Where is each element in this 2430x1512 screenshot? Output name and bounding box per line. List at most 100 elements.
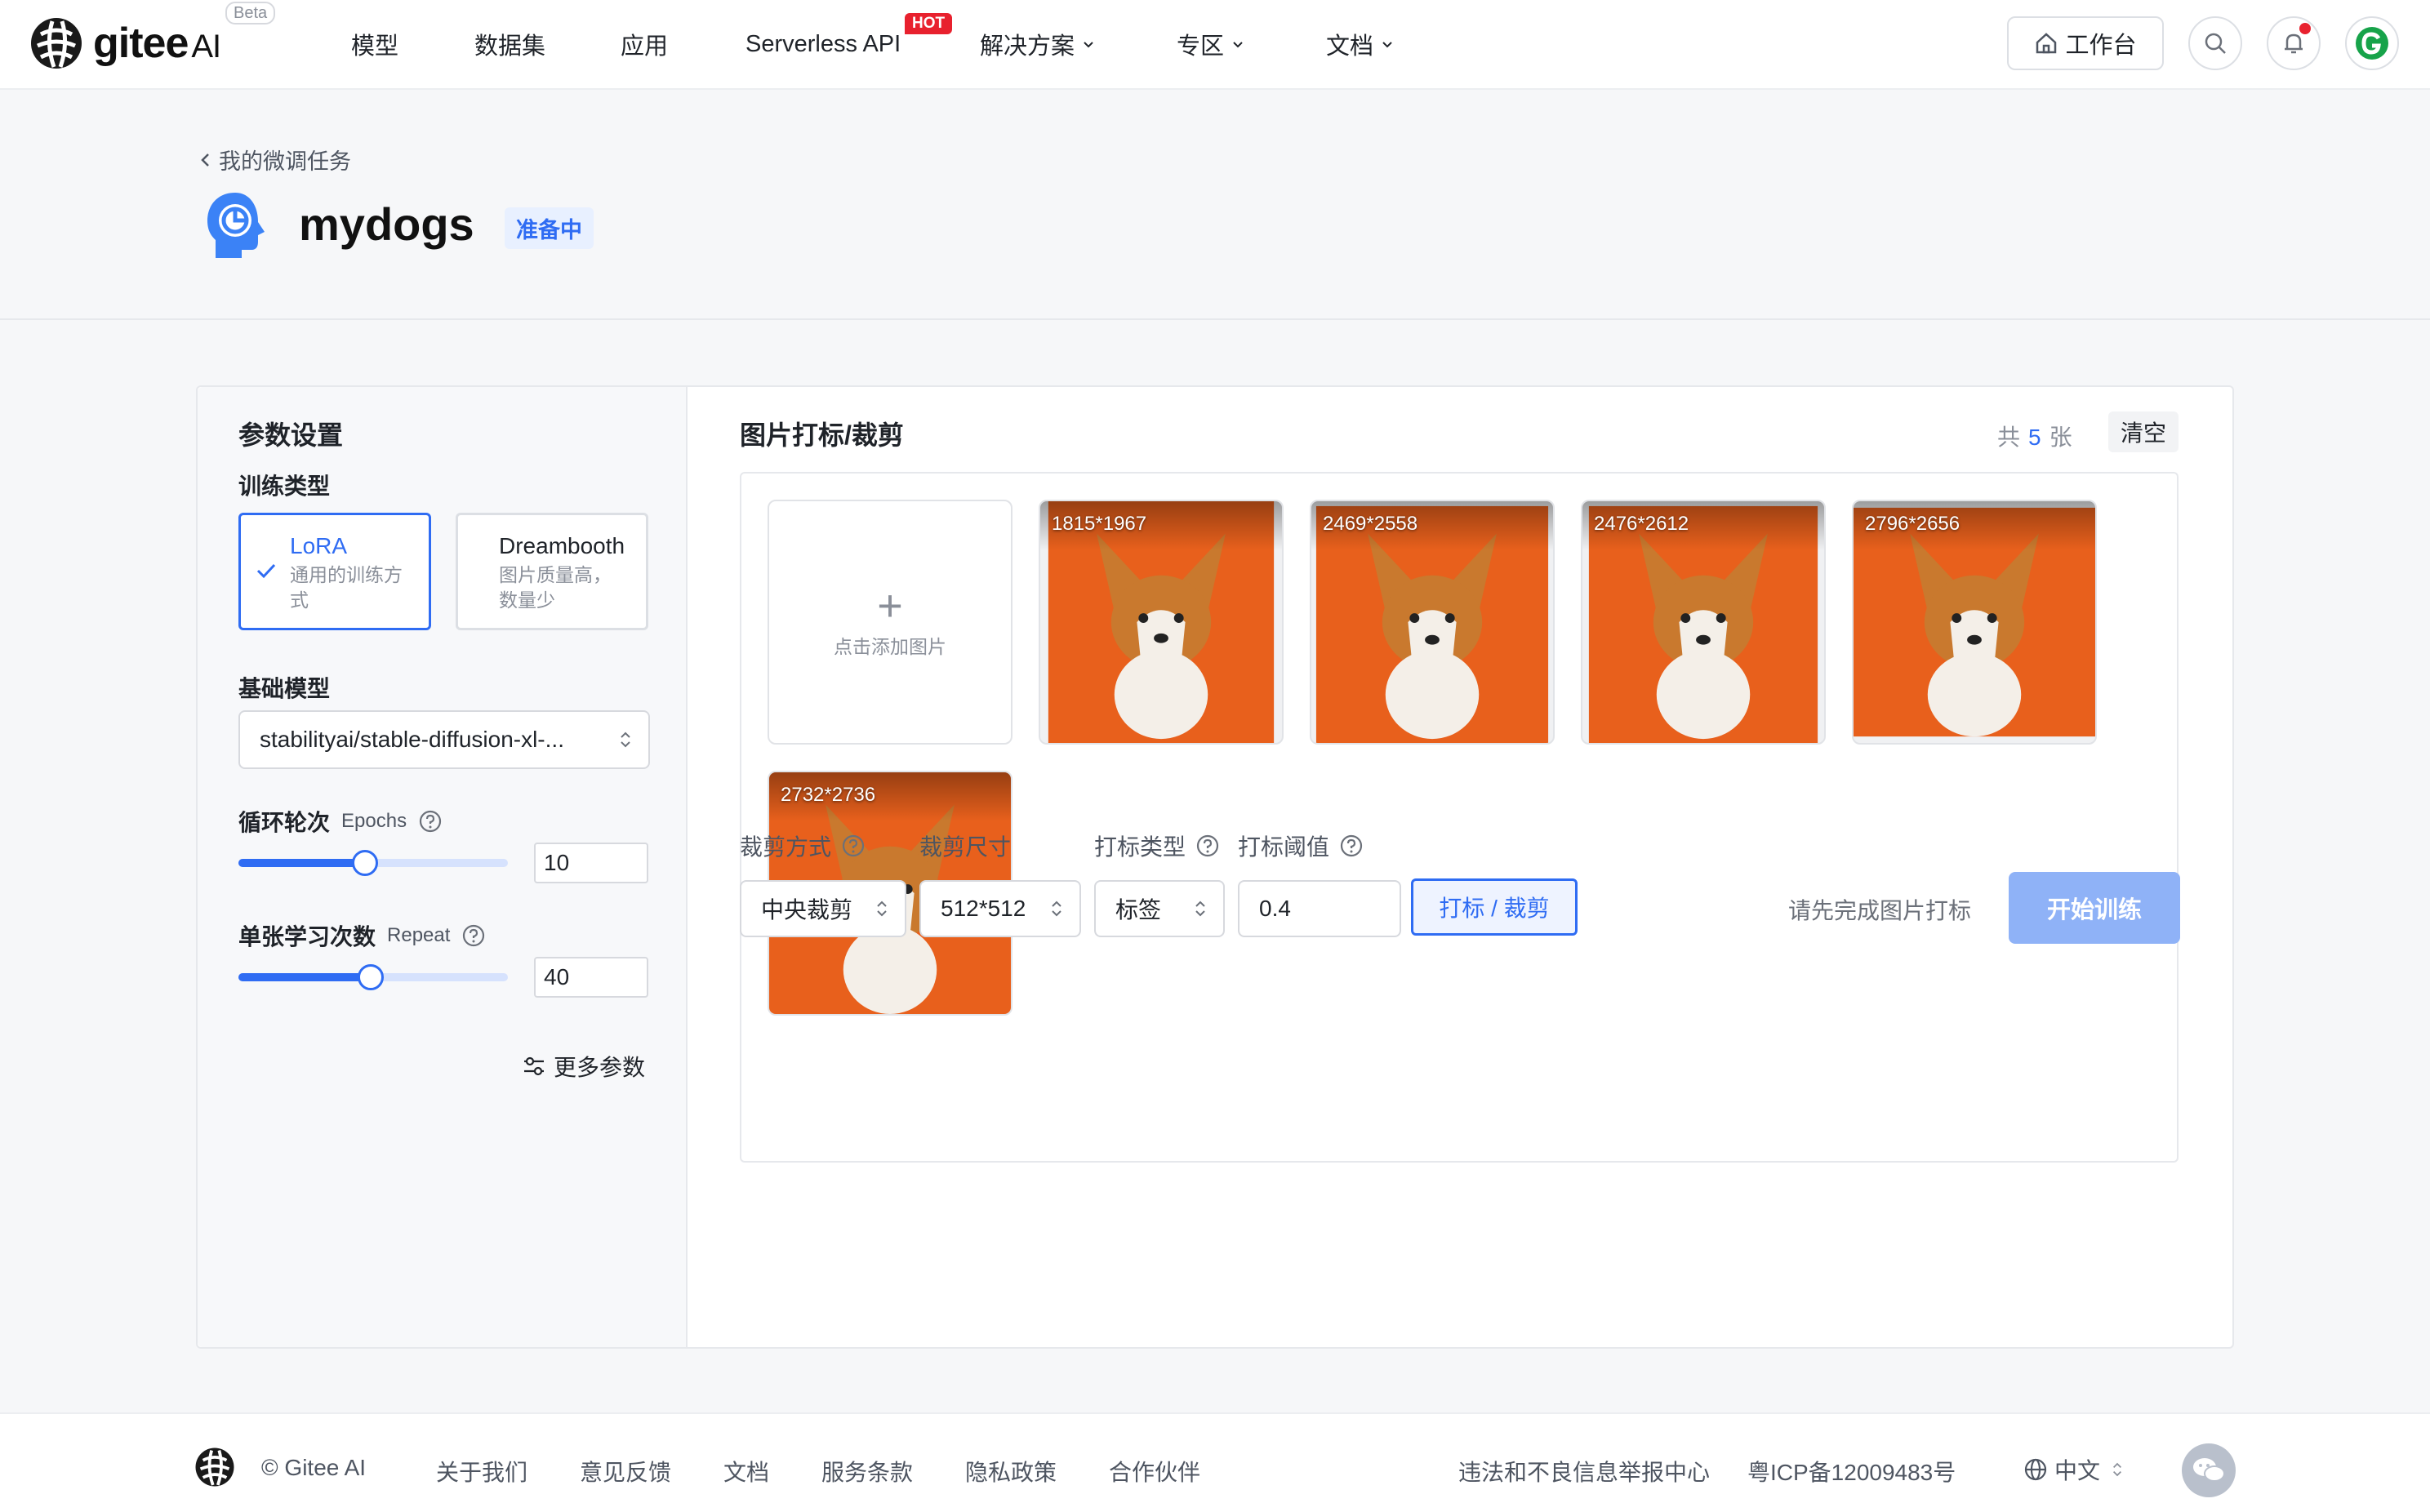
image-count: 共5张 [1997,425,2072,450]
top-nav: gitee AI Beta 模型 数据集 应用 Serverless API HO… [0,0,2430,90]
language-label: 中文 [2054,1458,2101,1483]
home-icon [2036,33,2057,54]
workbench-button[interactable]: 工作台 [2007,16,2164,70]
params-panel: 参数设置 训练类型 LoRA 通用的训练方式 Dreambooth 图片质量高，… [198,387,688,1347]
image-tile[interactable]: 2796*2656 [1852,500,2097,745]
check-icon [256,563,276,579]
epochs-slider[interactable] [238,850,508,876]
footer: © Gitee AI 关于我们 意见反馈 文档 服务条款 隐私政策 合作伙伴 违… [0,1412,2430,1512]
workbench-label: 工作台 [2065,33,2137,59]
gitee-ai-logo[interactable]: gitee AI [29,15,221,72]
language-select[interactable]: 中文 [2023,1453,2130,1486]
search-button[interactable] [2188,16,2242,70]
image-size-label: 2476*2612 [1594,513,1689,535]
start-training-button[interactable]: 开始训练 [2009,872,2180,944]
globe-icon [2024,1458,2047,1481]
repeat-slider-fill [238,973,371,981]
globe-logo-icon [31,18,82,69]
crop-mode-value: 中央裁剪 [761,897,853,923]
chevron-down-icon [1382,42,1392,48]
add-image-label: 点击添加图片 [834,636,946,657]
epochs-slider-fill [238,859,366,867]
help-icon[interactable] [1339,834,1364,858]
footer-link-about[interactable]: 关于我们 [436,1455,527,1488]
base-model-label: 基础模型 [238,676,331,701]
more-params-button[interactable]: 更多参数 [523,1050,645,1083]
select-arrows-icon [2113,1462,2122,1477]
tag-type-value: 标签 [1115,897,1162,923]
status-badge: 准备中 [505,207,594,249]
crop-size-label: 裁剪尺寸 [919,834,1012,860]
nav-apps[interactable]: 应用 [621,28,668,60]
notifications-button[interactable] [2267,16,2321,70]
threshold-input[interactable]: 0.4 [1238,880,1401,937]
train-type-label: 训练类型 [238,474,331,499]
epochs-input[interactable]: 10 [534,843,648,883]
image-size-label: 2732*2736 [781,784,876,806]
wechat-icon [2193,1458,2225,1482]
page-title: mydogs [299,198,474,250]
repeat-slider[interactable] [238,964,508,990]
nav-docs[interactable]: 文档 [1326,28,1393,60]
help-icon[interactable] [418,809,443,834]
back-link-label: 我的微调任务 [219,149,351,174]
nav-models[interactable]: 模型 [351,28,398,60]
chevron-left-icon [201,153,209,167]
train-type-desc: 图片质量高，数量少 [499,564,612,611]
footer-copyright: © Gitee AI [261,1455,367,1480]
train-type-dreambooth[interactable]: Dreambooth 图片质量高，数量少 [456,513,648,630]
footer-link-terms[interactable]: 服务条款 [821,1455,913,1488]
add-image-tile[interactable]: + 点击添加图片 [768,500,1012,745]
footer-link-feedback[interactable]: 意见反馈 [580,1455,671,1488]
epochs-slider-thumb[interactable] [352,850,379,876]
image-tile[interactable]: 1815*1967 [1039,500,1284,745]
footer-link-partners[interactable]: 合作伙伴 [1109,1455,1200,1488]
tag-type-select[interactable]: 标签 [1094,880,1225,937]
footer-link-privacy[interactable]: 隐私政策 [965,1455,1057,1488]
crop-mode-select[interactable]: 中央裁剪 [740,880,906,937]
task-card: 参数设置 训练类型 LoRA 通用的训练方式 Dreambooth 图片质量高，… [196,385,2234,1349]
image-size-label: 1815*1967 [1052,513,1147,535]
avatar-g-icon [2356,27,2388,60]
nav-zones[interactable]: 专区 [1177,28,1244,60]
train-type-lora[interactable]: LoRA 通用的训练方式 [238,513,431,630]
repeat-input[interactable]: 40 [534,957,648,998]
footer-link-report[interactable]: 违法和不良信息举报中心 [1458,1455,1710,1488]
image-tile[interactable]: 2469*2558 [1310,500,1555,745]
select-arrows-icon [877,901,887,917]
train-type-name: Dreambooth [499,533,625,558]
tag-crop-button[interactable]: 打标 / 裁剪 [1411,878,1578,936]
avatar[interactable] [2345,16,2399,70]
tagging-hint: 请先完成图片打标 [1788,898,1972,923]
notification-dot [2299,23,2311,34]
help-icon[interactable] [841,834,866,858]
repeat-slider-thumb[interactable] [357,964,384,990]
clear-button[interactable]: 清空 [2108,411,2179,452]
search-icon [2205,33,2226,54]
repeat-label: 单张学习次数 Repeat [238,919,486,952]
threshold-label: 打标阈值 [1238,829,1364,862]
footer-icp[interactable]: 粤ICP备12009483号 [1747,1455,1956,1488]
help-icon[interactable] [1195,834,1220,858]
image-tile[interactable]: 2476*2612 [1581,500,1826,745]
back-link[interactable]: 我的微调任务 [199,144,351,176]
images-title: 图片打标/裁剪 [740,420,904,450]
nav-solutions[interactable]: 解决方案 [980,28,1094,60]
threshold-value: 0.4 [1259,896,1291,921]
select-arrows-icon [1052,901,1061,917]
help-icon[interactable] [461,923,486,948]
select-arrows-icon [1195,901,1205,917]
hot-badge: HOT [905,13,953,34]
wechat-button[interactable] [2182,1443,2236,1497]
beta-badge: Beta [225,2,276,24]
crop-size-select[interactable]: 512*512 [919,880,1081,937]
footer-link-docs[interactable]: 文档 [723,1455,769,1488]
base-model-value: stabilityai/stable-diffusion-xl-... [260,727,564,752]
chevron-down-icon [1233,42,1243,48]
nav-datasets[interactable]: 数据集 [474,28,545,60]
base-model-select[interactable]: stabilityai/stable-diffusion-xl-... [238,710,650,769]
finetune-head-icon [207,193,265,258]
train-type-desc: 通用的训练方式 [290,564,403,611]
image-size-label: 2796*2656 [1865,513,1960,535]
nav-serverless-api[interactable]: Serverless API [745,28,901,60]
